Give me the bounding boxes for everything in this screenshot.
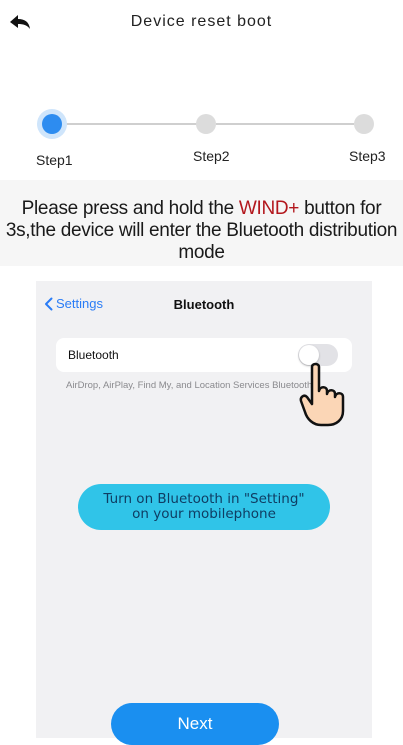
wind-button-name: WIND+ [238,198,300,219]
hint-line-2: on your mobilephone [132,506,276,522]
step-connector [216,123,354,125]
bluetooth-row-label: Bluetooth [68,348,119,362]
phone-settings-illustration: Settings Bluetooth Bluetooth AirDrop, Ai… [36,281,372,745]
step-label-2: Step2 [193,148,230,164]
next-button[interactable]: Next [111,703,279,745]
bluetooth-note: AirDrop, AirPlay, Find My, and Location … [66,380,315,391]
step-label-3: Step3 [349,148,386,164]
page-title: Device reset boot [130,13,273,30]
bluetooth-hint-bubble: Turn on Bluetooth in "Setting" on your m… [78,484,330,530]
step-dot-1 [42,114,62,134]
step-dot-3 [354,114,374,134]
step-connector [62,123,198,125]
step-dot-2 [196,114,216,134]
pointing-hand-icon [299,362,345,427]
instruction-text: Please press and hold the WIND+ button f… [0,180,403,266]
step-indicator: Step1 Step2 Step3 [0,110,403,170]
bluetooth-screen-title: Bluetooth [173,297,235,312]
hint-line-1: Turn on Bluetooth in "Setting" [103,491,305,507]
instruction-prefix: Please press and hold the [21,198,239,219]
step-label-1: Step1 [36,152,73,168]
